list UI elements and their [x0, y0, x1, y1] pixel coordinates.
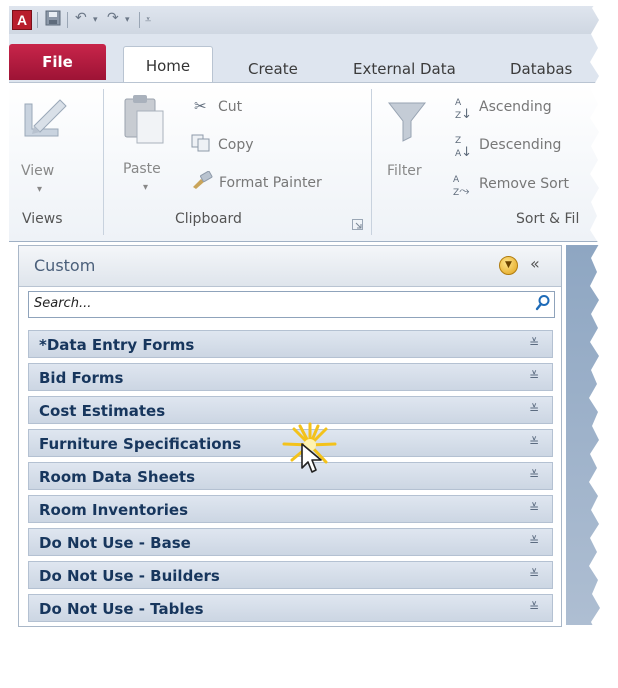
screenshot-frame: A ↶ ▾ ↷ ▾ ⩡ File Home Create External Da…	[0, 0, 618, 688]
torn-edge-effect	[0, 0, 618, 688]
